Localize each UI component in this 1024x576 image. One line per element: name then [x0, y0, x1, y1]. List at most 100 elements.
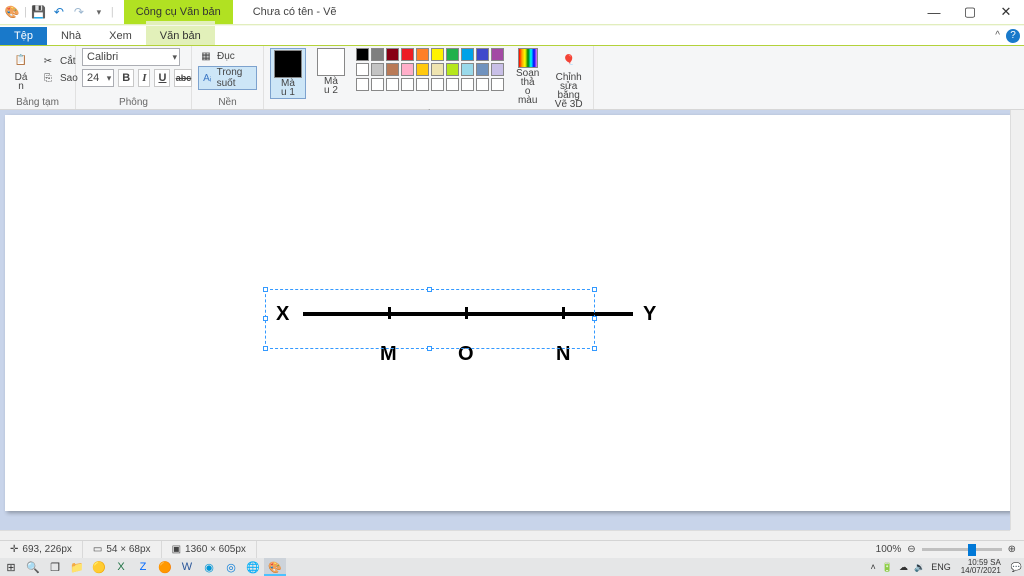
- palette-swatch[interactable]: [431, 78, 444, 91]
- canvas-size-icon: ▣: [172, 544, 181, 555]
- bold-button[interactable]: B: [118, 69, 134, 87]
- explorer-icon[interactable]: 📁: [66, 558, 88, 576]
- start-button[interactable]: ⊞: [0, 558, 22, 576]
- excel-icon[interactable]: X: [110, 558, 132, 576]
- maximize-button[interactable]: ▢: [952, 0, 988, 24]
- document-title: Chưa có tên - Vẽ: [253, 6, 337, 18]
- opaque-button[interactable]: ▦Đục: [198, 48, 257, 64]
- font-family-select[interactable]: Calibri: [82, 48, 180, 66]
- tray-notifications-icon[interactable]: 💬: [1011, 562, 1022, 573]
- palette-swatch[interactable]: [446, 63, 459, 76]
- taskbar: ⊞ 🔍 ❐ 📁 🟡 X Z 🟠 W ◉ ◎ 🌐 🎨 ˄ 🔋 ☁ 🔉 ENG 10…: [0, 558, 1024, 576]
- status-size: ▣1360 × 605px: [162, 541, 257, 558]
- minimize-button[interactable]: —: [916, 0, 952, 24]
- cut-button[interactable]: ✂Cắt: [40, 53, 78, 69]
- group-font-label: Phông: [82, 97, 185, 109]
- edit-colors-button[interactable]: Soạn thảo màu: [513, 48, 542, 105]
- tab-home[interactable]: Nhà: [47, 27, 95, 45]
- status-selection: ▭54 × 68px: [83, 541, 162, 558]
- palette-swatch[interactable]: [446, 48, 459, 61]
- redo-icon[interactable]: ↷: [71, 4, 87, 20]
- search-icon[interactable]: 🔍: [22, 558, 44, 576]
- tray-onedrive-icon[interactable]: ☁: [899, 562, 908, 573]
- palette-swatch[interactable]: [356, 78, 369, 91]
- tray-battery-icon[interactable]: 🔋: [882, 562, 893, 573]
- edit-3d-button[interactable]: 🎈 Chỉnh sửabằng Vẽ 3D: [550, 48, 587, 109]
- paste-button[interactable]: 📋 Dán: [6, 48, 36, 91]
- help-icon[interactable]: ?: [1006, 29, 1020, 43]
- palette-swatch[interactable]: [356, 63, 369, 76]
- copy-button[interactable]: ⎘Sao: [40, 70, 78, 86]
- label-y: Y: [643, 303, 656, 326]
- color-palette[interactable]: [356, 48, 505, 92]
- palette-swatch[interactable]: [356, 48, 369, 61]
- zoom-out-button[interactable]: ⊖: [907, 544, 915, 555]
- group-colors: Màu 1 Màu 2 Soạn thảo màu 🎈 Chỉnh sửabằn…: [264, 46, 594, 109]
- tray-sound-icon[interactable]: 🔉: [914, 562, 925, 573]
- zalo-icon[interactable]: Z: [132, 558, 154, 576]
- tab-file[interactable]: Tệp: [0, 27, 47, 45]
- zoom-in-button[interactable]: ⊕: [1008, 544, 1016, 555]
- minimize-ribbon-icon[interactable]: ^: [995, 30, 1000, 41]
- scrollbar-vertical[interactable]: [1010, 110, 1024, 530]
- palette-swatch[interactable]: [491, 63, 504, 76]
- color1-button[interactable]: Màu 1: [270, 48, 306, 99]
- word-icon[interactable]: W: [176, 558, 198, 576]
- paint3d-icon: 🎈: [557, 48, 581, 72]
- edge-icon[interactable]: 🌐: [242, 558, 264, 576]
- opaque-icon: ▦: [198, 48, 214, 64]
- tray-language[interactable]: ENG: [931, 562, 951, 572]
- save-icon[interactable]: 💾: [31, 4, 47, 20]
- palette-swatch[interactable]: [386, 63, 399, 76]
- palette-swatch[interactable]: [401, 78, 414, 91]
- strike-button[interactable]: abc: [174, 69, 192, 87]
- app-icon-1[interactable]: 🟠: [154, 558, 176, 576]
- undo-icon[interactable]: ↶: [51, 4, 67, 20]
- app-icon-2[interactable]: ◎: [220, 558, 242, 576]
- cut-icon: ✂: [40, 53, 56, 69]
- group-background-label: Nền: [198, 97, 257, 109]
- tray-clock[interactable]: 10:59 SA14/07/2021: [957, 559, 1005, 575]
- palette-swatch[interactable]: [446, 78, 459, 91]
- palette-swatch[interactable]: [476, 78, 489, 91]
- palette-swatch[interactable]: [476, 48, 489, 61]
- palette-swatch[interactable]: [401, 63, 414, 76]
- canvas[interactable]: X Y M O N: [5, 115, 1011, 511]
- paint-icon[interactable]: 🎨: [264, 558, 286, 576]
- workspace: X Y M O N: [0, 110, 1024, 544]
- palette-swatch[interactable]: [416, 48, 429, 61]
- palette-swatch[interactable]: [371, 48, 384, 61]
- palette-swatch[interactable]: [491, 48, 504, 61]
- italic-button[interactable]: I: [138, 69, 150, 87]
- palette-swatch[interactable]: [461, 48, 474, 61]
- palette-swatch[interactable]: [416, 78, 429, 91]
- transparent-button[interactable]: AᵢTrong suốt: [198, 66, 257, 90]
- group-clipboard: 📋 Dán ✂Cắt ⎘Sao Bảng tạm: [0, 46, 76, 109]
- palette-swatch[interactable]: [371, 63, 384, 76]
- text-selection-box[interactable]: [265, 289, 595, 349]
- palette-swatch[interactable]: [386, 48, 399, 61]
- tab-view[interactable]: Xem: [95, 27, 146, 45]
- palette-swatch[interactable]: [431, 63, 444, 76]
- color2-button[interactable]: Màu 2: [314, 48, 348, 95]
- selection-icon: ▭: [93, 544, 102, 555]
- qat-customize-icon[interactable]: ▾: [91, 4, 107, 20]
- palette-swatch[interactable]: [461, 63, 474, 76]
- zoom-slider[interactable]: [922, 548, 1002, 551]
- palette-swatch[interactable]: [386, 78, 399, 91]
- close-button[interactable]: ✕: [988, 0, 1024, 24]
- palette-swatch[interactable]: [371, 78, 384, 91]
- palette-swatch[interactable]: [431, 48, 444, 61]
- underline-button[interactable]: U: [154, 69, 170, 87]
- palette-swatch[interactable]: [401, 48, 414, 61]
- palette-swatch[interactable]: [461, 78, 474, 91]
- font-size-select[interactable]: 24: [82, 69, 114, 87]
- hp-icon[interactable]: ◉: [198, 558, 220, 576]
- palette-swatch[interactable]: [491, 78, 504, 91]
- chrome-icon[interactable]: 🟡: [88, 558, 110, 576]
- group-clipboard-label: Bảng tạm: [6, 97, 69, 109]
- tray-chevron-icon[interactable]: ˄: [871, 562, 876, 572]
- palette-swatch[interactable]: [476, 63, 489, 76]
- task-view-icon[interactable]: ❐: [44, 558, 66, 576]
- palette-swatch[interactable]: [416, 63, 429, 76]
